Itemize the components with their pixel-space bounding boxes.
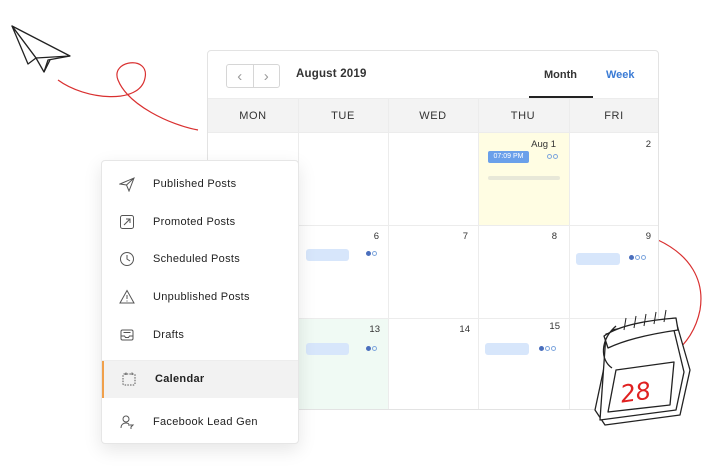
- event-placeholder-bar: [488, 176, 560, 180]
- twitter-icon: [372, 251, 377, 256]
- chevron-right-icon: ›: [263, 67, 269, 85]
- date-15: 15: [549, 321, 560, 332]
- instagram-icon: [641, 255, 646, 260]
- next-month-button[interactable]: ›: [252, 65, 280, 87]
- weekday-header-row: MON TUE WED THU FRI: [208, 98, 658, 132]
- instagram-icon: [551, 346, 556, 351]
- menu-item-scheduled-posts[interactable]: Scheduled Posts: [102, 240, 298, 278]
- menu-item-facebook-lead-gen[interactable]: Facebook Lead Gen: [102, 403, 298, 441]
- twitter-icon: [545, 346, 550, 351]
- menu-item-label: Calendar: [155, 373, 205, 385]
- menu-item-published-posts[interactable]: Published Posts: [102, 165, 298, 203]
- menu-item-unpublished-posts[interactable]: Unpublished Posts: [102, 278, 298, 316]
- menu-item-label: Promoted Posts: [153, 216, 236, 228]
- instagram-icon: [547, 154, 552, 159]
- date-aug-1: Aug 1: [531, 139, 556, 150]
- month-navigation: ‹ ›: [226, 64, 280, 88]
- grid-line: [478, 98, 479, 409]
- menu-item-label: Scheduled Posts: [153, 253, 241, 265]
- facebook-icon: [366, 346, 371, 351]
- social-icons: [539, 346, 556, 351]
- menu-item-label: Unpublished Posts: [153, 291, 250, 303]
- twitter-icon: [372, 346, 377, 351]
- date-14: 14: [459, 324, 470, 335]
- date-9: 9: [645, 231, 651, 242]
- arrow-up-right-icon: [119, 214, 135, 230]
- calendar-header: ‹ › August 2019 Month Week: [208, 51, 658, 98]
- twitter-icon: [635, 255, 640, 260]
- grid-line: [208, 132, 658, 133]
- grid-line: [388, 98, 389, 409]
- calendar-icon: [121, 371, 137, 387]
- weekday-mon: MON: [239, 110, 267, 122]
- month-title: August 2019: [296, 68, 367, 80]
- menu-item-promoted-posts[interactable]: Promoted Posts: [102, 203, 298, 241]
- scheduled-post-pill[interactable]: [306, 249, 349, 261]
- clock-icon: [119, 251, 135, 267]
- weekday-thu: THU: [510, 110, 536, 122]
- social-icons: [547, 154, 558, 159]
- menu-divider: [102, 360, 298, 361]
- menu-item-label: Facebook Lead Gen: [153, 416, 258, 428]
- chevron-left-icon: ‹: [237, 67, 243, 85]
- menu-item-label: Drafts: [153, 329, 185, 341]
- date-2: 2: [645, 139, 651, 150]
- date-6: 6: [373, 231, 379, 242]
- inbox-tray-icon: [119, 327, 135, 343]
- event-time-chip[interactable]: 07:09 PM: [488, 151, 529, 163]
- tab-month[interactable]: Month: [544, 69, 577, 81]
- post-type-menu: Published Posts Promoted Posts Scheduled…: [101, 160, 299, 444]
- facebook-icon: [366, 251, 371, 256]
- twitter-icon: [553, 154, 558, 159]
- user-funnel-icon: [119, 414, 135, 430]
- menu-item-calendar[interactable]: Calendar: [102, 360, 298, 398]
- warning-icon: [119, 289, 135, 305]
- social-icons: [629, 255, 646, 260]
- grid-line: [569, 98, 570, 409]
- tab-week[interactable]: Week: [606, 69, 635, 81]
- social-icons: [366, 251, 377, 256]
- scheduled-post-pill[interactable]: [576, 253, 620, 265]
- menu-item-label: Published Posts: [153, 178, 237, 190]
- paper-plane-icon: [119, 176, 135, 192]
- date-7: 7: [462, 231, 468, 242]
- weekday-wed: WED: [419, 110, 447, 122]
- date-8: 8: [551, 231, 557, 242]
- scheduled-post-pill[interactable]: [485, 343, 529, 355]
- social-icons: [366, 346, 377, 351]
- date-13: 13: [369, 324, 380, 335]
- facebook-icon: [539, 346, 544, 351]
- weekday-tue: TUE: [331, 110, 355, 122]
- facebook-icon: [629, 255, 634, 260]
- weekday-fri: FRI: [604, 110, 624, 122]
- scheduled-post-pill[interactable]: [306, 343, 349, 355]
- menu-item-drafts[interactable]: Drafts: [102, 316, 298, 354]
- previous-month-button[interactable]: ‹: [227, 65, 253, 87]
